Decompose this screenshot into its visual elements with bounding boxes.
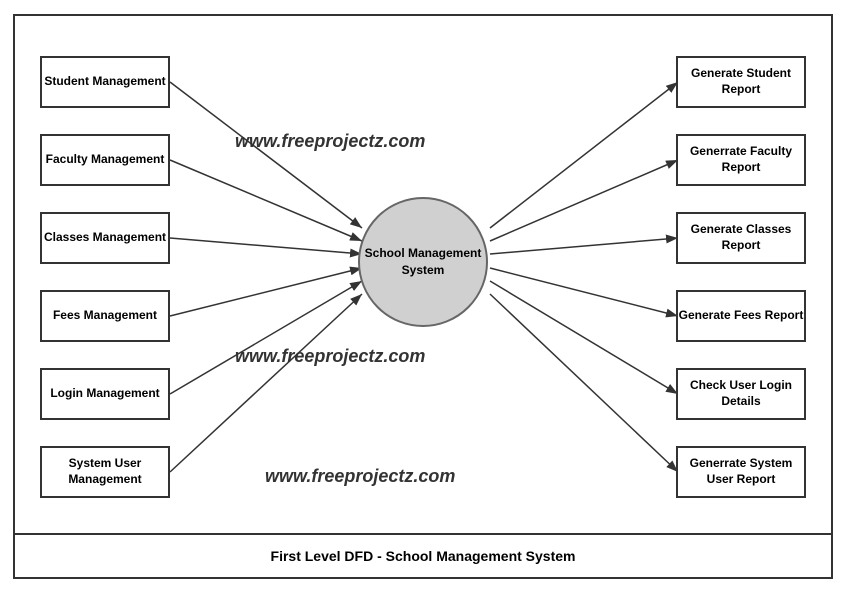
- box-sysuser-mgmt: System User Management: [40, 446, 170, 498]
- center-circle: School Management System: [358, 197, 488, 327]
- box-gen-classes: Generate Classes Report: [676, 212, 806, 264]
- watermark-bottom: www.freeprojectz.com: [265, 466, 455, 487]
- box-classes-mgmt: Classes Management: [40, 212, 170, 264]
- diagram-container: www.freeprojectz.com www.freeprojectz.co…: [13, 14, 833, 579]
- footer-label: First Level DFD - School Management Syst…: [15, 533, 831, 577]
- box-check-login: Check User Login Details: [676, 368, 806, 420]
- box-faculty-mgmt: Faculty Management: [40, 134, 170, 186]
- watermark-top: www.freeprojectz.com: [235, 131, 425, 152]
- box-fees-mgmt: Fees Management: [40, 290, 170, 342]
- box-student-mgmt: Student Management: [40, 56, 170, 108]
- box-gen-student: Generate Student Report: [676, 56, 806, 108]
- box-login-mgmt: Login Management: [40, 368, 170, 420]
- diagram-area: www.freeprojectz.com www.freeprojectz.co…: [15, 16, 831, 533]
- watermark-mid: www.freeprojectz.com: [235, 346, 425, 367]
- box-gen-sysuser: Generrate System User Report: [676, 446, 806, 498]
- box-gen-faculty: Generrate Faculty Report: [676, 134, 806, 186]
- box-gen-fees: Generate Fees Report: [676, 290, 806, 342]
